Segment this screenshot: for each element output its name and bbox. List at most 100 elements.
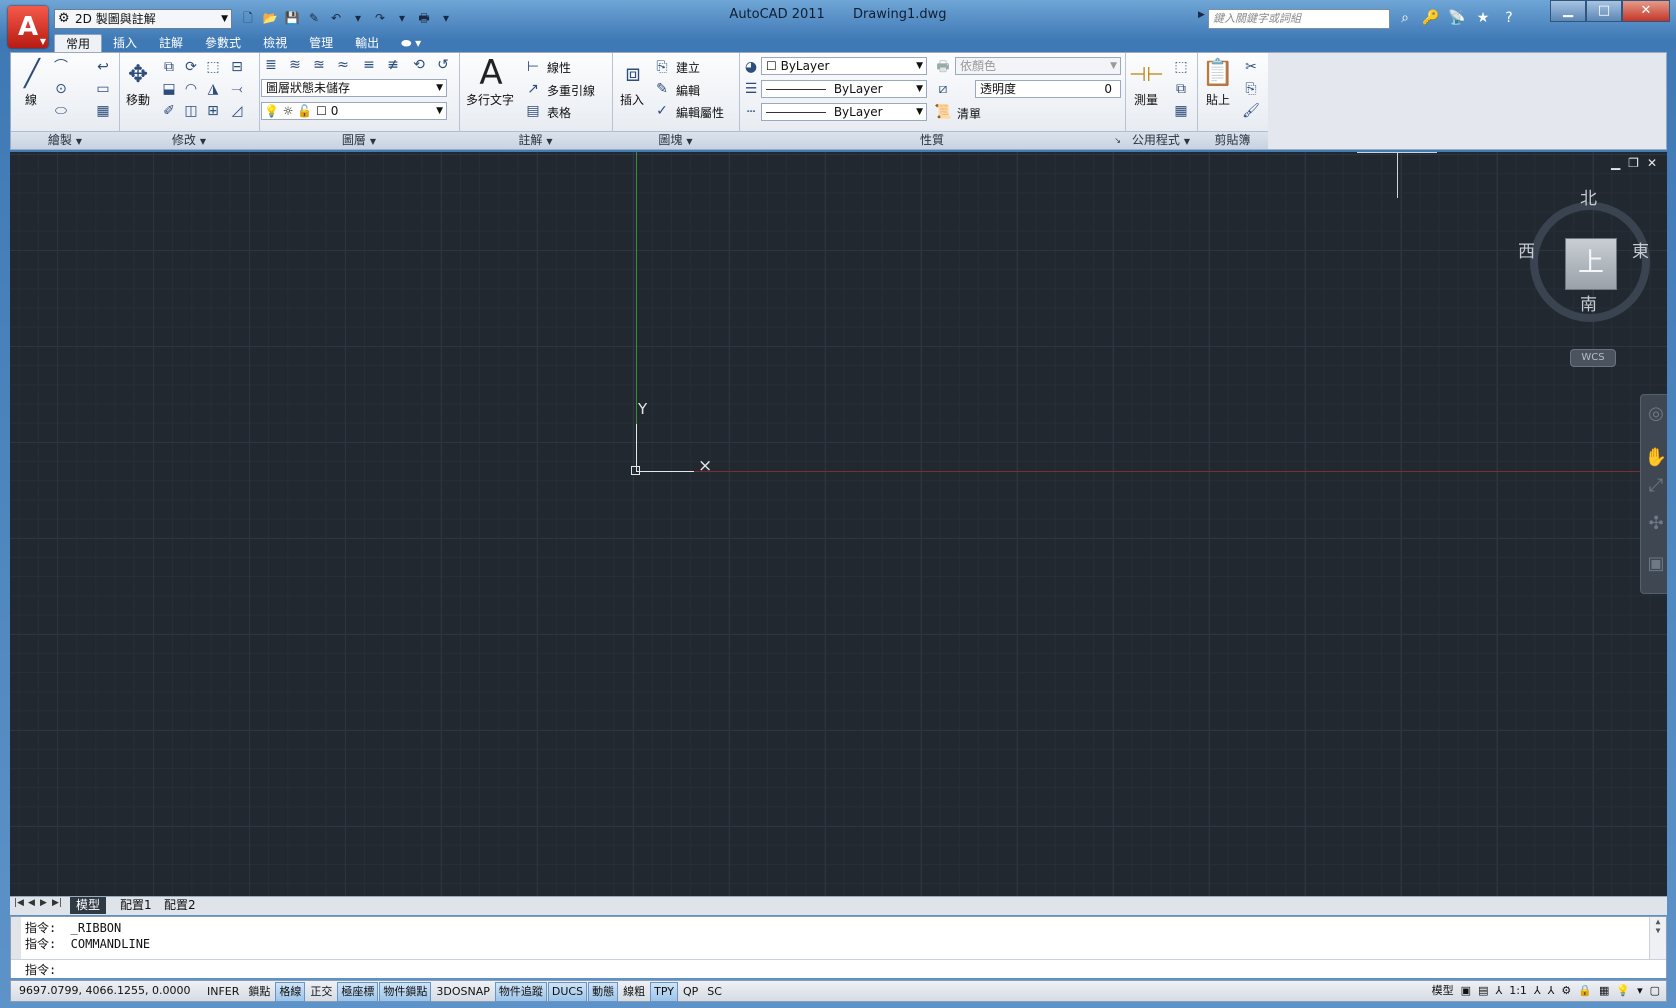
status-toggle-4[interactable]: 極座標 (337, 982, 379, 1002)
scale-icon[interactable]: ⬚ (203, 57, 223, 77)
list-label[interactable]: 清單 (957, 105, 981, 122)
color-select[interactable]: ☐ ByLayer ▼ (761, 57, 927, 75)
layer-off-icon[interactable]: ≊ (309, 55, 329, 75)
close-button[interactable]: ✕ (1622, 0, 1670, 22)
lock-ui-icon[interactable]: 🔒 (1576, 982, 1594, 1000)
ribbon-minimize-toggle-icon[interactable]: ⬬ ▾ (390, 34, 432, 52)
model-space-toggle[interactable]: 模型 (1430, 982, 1456, 1000)
multileader-label[interactable]: 多重引線 (547, 82, 595, 99)
panel-block-title[interactable]: 圖塊 ▼ (612, 131, 739, 149)
status-menu-chevron-icon[interactable]: ▾ (1635, 982, 1645, 1000)
tab-annotate[interactable]: 註解 (148, 34, 194, 52)
select-similar-icon[interactable]: ⧉ (1171, 79, 1191, 99)
measure-label[interactable]: 測量 (1129, 91, 1163, 108)
compass-east[interactable]: 東 (1632, 237, 1649, 262)
status-toggle-2[interactable]: 格線 (275, 982, 306, 1002)
edit-block-label[interactable]: 編輯 (676, 82, 700, 99)
communication-icon[interactable]: 📡 (1446, 8, 1468, 28)
color-wheel-icon[interactable]: ◕ (741, 57, 761, 77)
tab-home[interactable]: 常用 (54, 34, 103, 53)
hatch-icon[interactable]: ▦ (93, 101, 113, 121)
rotate-icon[interactable]: ⟳ (181, 57, 201, 77)
next-layout-icon[interactable]: ▶ (40, 898, 47, 908)
layout-tab-model[interactable]: 模型 (70, 897, 107, 914)
orbit-icon[interactable]: ✣ (1641, 513, 1667, 534)
zoom-extents-icon[interactable]: ⤢ (1641, 475, 1667, 496)
linetype-select[interactable]: ByLayer ▼ (761, 103, 927, 121)
list-icon[interactable]: 📜 (933, 102, 953, 122)
erase-icon[interactable]: ✐ (159, 101, 179, 121)
circle-icon[interactable]: ⊙ (51, 79, 71, 99)
copy-clip-icon[interactable]: ⎘ (1241, 79, 1261, 99)
viewport-minimize-icon[interactable]: ▁ (1611, 156, 1620, 170)
workspace-switch-gear-icon[interactable]: ⚙ (1559, 982, 1573, 1000)
panel-modify-title[interactable]: 修改 ▼ (119, 131, 259, 149)
quick-view-drawings-icon[interactable]: ▤ (1476, 982, 1490, 1000)
layer-walk-icon[interactable]: ⟲ (409, 55, 429, 75)
annotation-scale-icon[interactable]: ⅄ (1493, 982, 1504, 1000)
panel-annotation-title[interactable]: 註解 ▼ (459, 131, 612, 149)
panel-draw-title[interactable]: 繪製 ▼ (11, 131, 119, 149)
paste-icon[interactable]: 📋 (1201, 57, 1235, 89)
layer-match-icon[interactable]: ≢ (383, 55, 403, 75)
status-toggle-7[interactable]: 物件追蹤 (494, 982, 547, 1002)
calculator-icon[interactable]: ▦ (1171, 101, 1191, 121)
measure-icon[interactable]: ⊣⊢ (1129, 59, 1164, 89)
showmotion-icon[interactable]: ▣ (1641, 553, 1667, 574)
help-icon[interactable]: ? (1498, 8, 1520, 28)
first-layout-icon[interactable]: |◀ (14, 898, 24, 908)
table-label[interactable]: 表格 (547, 104, 571, 121)
edit-block-icon[interactable]: ✎ (652, 79, 672, 99)
status-toggle-1[interactable]: 鎖點 (244, 982, 274, 1002)
layer-properties-icon[interactable]: ≣ (261, 55, 281, 75)
panel-utilities-title[interactable]: 公用程式 ▼ (1125, 131, 1197, 149)
tab-insert[interactable]: 插入 (102, 34, 148, 52)
search-input[interactable]: 鍵入關鍵字或詞組 (1208, 9, 1390, 29)
explode-icon[interactable]: ⤙ (227, 79, 247, 99)
maximize-button[interactable]: □ (1586, 0, 1622, 22)
lineweight-icon[interactable]: ☰ (741, 79, 761, 99)
annotation-scale-value[interactable]: 1:1 (1507, 982, 1529, 1000)
match-properties-icon[interactable]: 🖌 (1241, 101, 1261, 121)
insert-block-icon[interactable]: ⧈ (618, 57, 648, 89)
line-tool-icon[interactable]: ╱ (17, 59, 47, 89)
multiline-text-icon[interactable]: A (471, 55, 511, 91)
status-toggle-infer0[interactable]: INFER (203, 982, 243, 1002)
panel-clipboard-title[interactable]: 剪貼簿 (1197, 131, 1268, 149)
viewcube-top-face[interactable]: 上 (1565, 238, 1617, 290)
clean-screen-icon[interactable]: ▢ (1648, 982, 1662, 1000)
command-history-scrollbar[interactable]: ▲ ▼ (1649, 917, 1666, 959)
steering-wheel-icon[interactable]: ◎ (1641, 403, 1667, 424)
viewport-close-icon[interactable]: ✕ (1647, 156, 1657, 170)
current-layer-select[interactable]: 💡 ☼ 🔓 ☐ 0 ▼ (261, 102, 447, 120)
search-expand-icon[interactable]: ▶ (1198, 10, 1205, 20)
tab-parametric[interactable]: 參數式 (194, 34, 252, 52)
stretch-icon[interactable]: ⬓ (159, 79, 179, 99)
linear-label[interactable]: 線性 (547, 59, 571, 76)
fillet-icon[interactable]: ◠ (181, 79, 201, 99)
edit-attribute-label[interactable]: 編輯屬性 (676, 104, 724, 121)
layer-lock-icon[interactable]: ≡ (359, 55, 379, 75)
pan-hand-icon[interactable]: ✋ (1641, 447, 1667, 468)
polyline-icon[interactable]: ⌒ (51, 57, 71, 77)
binoculars-icon[interactable]: ⌕ (1394, 8, 1416, 28)
tab-view[interactable]: 檢視 (252, 34, 298, 52)
status-toggle-sc13[interactable]: SC (703, 982, 726, 1002)
panel-layers-title[interactable]: 圖層 ▼ (259, 131, 459, 149)
line-tool-label[interactable]: 線 (15, 91, 47, 108)
create-block-label[interactable]: 建立 (676, 59, 700, 76)
layout-tab-layout1[interactable]: 配置1 (114, 897, 158, 914)
offset-icon[interactable]: ◫ (181, 101, 201, 121)
rectangle-icon[interactable]: ▭ (93, 79, 113, 99)
isolate-objects-bulb-icon[interactable]: 💡 (1614, 982, 1632, 1000)
minimize-button[interactable]: ▁ (1550, 0, 1586, 22)
viewport-restore-icon[interactable]: ❐ (1628, 156, 1639, 170)
lineweight-select[interactable]: ByLayer ▼ (761, 80, 927, 98)
layer-state-select[interactable]: 圖層狀態未儲存 ▼ (261, 79, 447, 97)
chamfer-icon[interactable]: ◿ (227, 101, 247, 121)
tab-manage[interactable]: 管理 (298, 34, 344, 52)
edit-attribute-icon[interactable]: ✓ (652, 101, 672, 121)
insert-block-label[interactable]: 插入 (614, 91, 650, 108)
wcs-menu-button[interactable]: WCS (1570, 349, 1616, 367)
status-toggle-5[interactable]: 物件鎖點 (379, 982, 432, 1002)
